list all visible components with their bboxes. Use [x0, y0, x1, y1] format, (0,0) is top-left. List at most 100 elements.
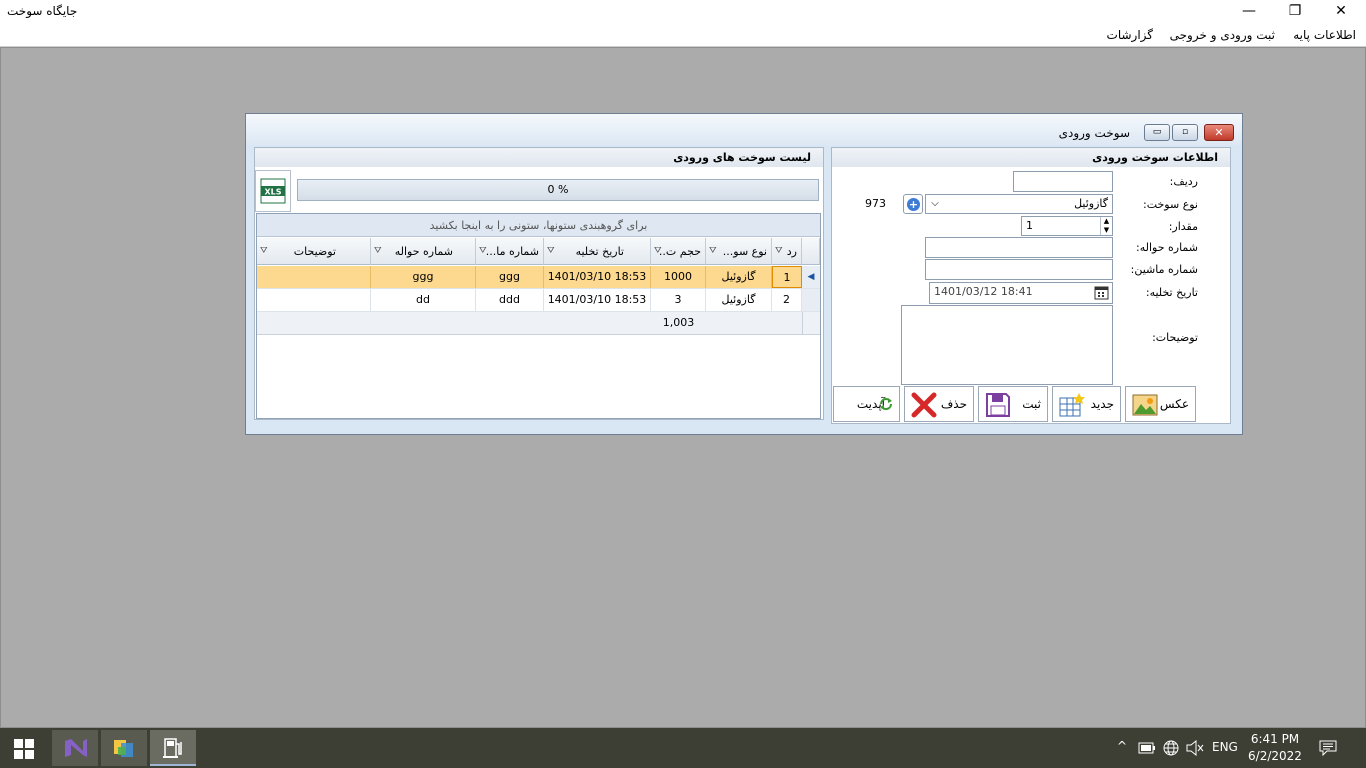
delete-button[interactable]: حذف — [904, 386, 974, 422]
add-fuel-type-button[interactable]: + — [903, 194, 923, 214]
header-indicator — [802, 238, 820, 265]
taskbar-app-visual-studio[interactable] — [52, 730, 98, 766]
notes-label: توضیحات: — [1152, 331, 1198, 344]
visual-studio-icon — [65, 739, 87, 757]
menu-base-info[interactable]: اطلاعات پایه — [1293, 28, 1356, 42]
title-bar: جایگاه سوخت — ❐ ✕ — [0, 0, 1366, 23]
restore-button[interactable]: ❐ — [1272, 0, 1318, 23]
close-button[interactable]: ✕ — [1318, 0, 1364, 23]
export-xls-button[interactable]: XLS — [255, 170, 291, 212]
child-minimize-button[interactable]: ▭ — [1144, 124, 1170, 141]
filter-icon[interactable]: ⛛ — [654, 238, 662, 264]
row-pointer-icon: ◀ — [802, 266, 820, 288]
calendar-icon[interactable] — [1094, 285, 1109, 300]
tray-chevron-icon[interactable]: ^ — [1117, 739, 1127, 753]
cell-vehicle-no[interactable]: ddd — [476, 289, 544, 311]
cell-unload-date[interactable]: 1401/03/10 18:53 — [544, 266, 651, 288]
header-transfer-no[interactable]: شماره حواله ⛛ — [371, 238, 476, 265]
clock-time: 6:41 PM — [1250, 732, 1300, 746]
fuel-type-select[interactable]: گازوئیل ⌵ — [925, 194, 1113, 214]
photo-button-label: عکس — [1159, 397, 1189, 411]
save-button-label: ثبت — [1022, 397, 1041, 411]
menu-reports[interactable]: گزارشات — [1107, 28, 1153, 42]
amount-stepper[interactable]: 1 ▲ ▼ — [1021, 216, 1113, 236]
cell-volume[interactable]: 1000 — [651, 266, 706, 288]
cell-notes[interactable] — [257, 289, 371, 311]
speaker-muted-icon[interactable] — [1186, 740, 1204, 756]
row-field[interactable] — [1013, 171, 1113, 192]
language-indicator[interactable]: ENG — [1212, 740, 1238, 754]
floppy-disk-icon — [986, 393, 1010, 417]
form-pane: اطلاعات سوخت ورودی ردیف: نوع سوخت: گازوئ… — [831, 147, 1231, 424]
new-button[interactable]: جدید — [1052, 386, 1121, 422]
child-close-button[interactable]: ✕ — [1204, 124, 1234, 141]
header-notes[interactable]: توضیحات ⛛ — [257, 238, 371, 265]
cell-fuel-type[interactable]: گازوئیل — [706, 266, 772, 288]
fuel-grid[interactable]: برای گروهبندی ستونها، ستونی را به اینجا … — [256, 213, 821, 419]
taskbar-app-explorer[interactable] — [101, 730, 147, 766]
plus-icon: + — [907, 198, 920, 211]
cell-fuel-type[interactable]: گازوئیل — [706, 289, 772, 311]
notes-textarea[interactable] — [901, 305, 1113, 385]
network-globe-icon[interactable] — [1162, 739, 1180, 757]
minimize-button[interactable]: — — [1226, 0, 1272, 23]
photo-button[interactable]: عکس — [1125, 386, 1196, 422]
group-by-panel[interactable]: برای گروهبندی ستونها، ستونی را به اینجا … — [257, 214, 820, 237]
filter-icon[interactable]: ⛛ — [260, 238, 268, 264]
unload-date-picker[interactable]: 1401/03/12 18:41 — [929, 282, 1113, 304]
clock[interactable]: 6:41 PM 6/2/2022 — [1244, 731, 1306, 765]
group-by-hint: برای گروهبندی ستونها، ستونی را به اینجا … — [429, 219, 648, 232]
list-pane: لیست سوخت های ورودی XLS 0 % برای گروهبند… — [254, 147, 824, 420]
taskbar-app-fuel-station[interactable] — [150, 730, 196, 766]
header-id[interactable]: رد ⛛ — [772, 238, 802, 265]
cell-volume[interactable]: 3 — [651, 289, 706, 311]
cell-id[interactable]: 1 — [772, 266, 802, 288]
export-progress-bar: 0 % — [297, 179, 819, 201]
delete-button-label: حذف — [940, 397, 967, 411]
cell-notes[interactable] — [257, 266, 371, 288]
header-unload-date[interactable]: تاریخ تخلیه ⛛ — [544, 238, 651, 265]
cell-id[interactable]: 2 — [772, 289, 802, 311]
windows-start-icon[interactable] — [14, 739, 34, 759]
new-table-icon — [1059, 393, 1085, 417]
table-row[interactable]: 2 گازوئیل 3 1401/03/10 18:53 ddd dd — [257, 289, 820, 312]
cell-vehicle-no[interactable]: ggg — [476, 266, 544, 288]
transfer-no-input[interactable] — [925, 237, 1113, 258]
delete-x-icon — [911, 392, 937, 418]
app-tiles-icon — [114, 740, 133, 757]
header-volume-label: حجم ت.. — [658, 245, 701, 258]
header-volume[interactable]: حجم ت.. ⛛ — [651, 238, 706, 265]
cell-transfer-no[interactable]: dd — [371, 289, 476, 311]
cell-unload-date[interactable]: 1401/03/10 18:53 — [544, 289, 651, 311]
filter-icon[interactable]: ⛛ — [374, 238, 382, 264]
cell-transfer-no[interactable]: ggg — [371, 266, 476, 288]
header-fuel-type[interactable]: نوع سو... ⛛ — [706, 238, 772, 265]
filter-icon[interactable]: ⛛ — [479, 238, 487, 264]
fuel-pump-icon — [163, 738, 182, 758]
spin-arrows-icon[interactable]: ▲ ▼ — [1100, 217, 1112, 235]
clock-date: 6/2/2022 — [1248, 749, 1302, 763]
amount-value: 1 — [1026, 219, 1033, 232]
unload-date-label: تاریخ تخلیه: — [1145, 286, 1198, 299]
header-vehicle-no[interactable]: شماره ما... ⛛ — [476, 238, 544, 265]
taskbar: ^ ENG 6:41 PM 6/2/2022 — [0, 728, 1366, 768]
refresh-icon — [880, 398, 892, 410]
child-maximize-button[interactable]: ▫ — [1172, 124, 1198, 141]
app-title: جایگاه سوخت — [7, 4, 78, 18]
save-button[interactable]: ثبت — [978, 386, 1048, 422]
amount-label: مقدار: — [1168, 220, 1198, 233]
menu-entry-exit[interactable]: ثبت ورودی و خروجی — [1170, 28, 1275, 42]
list-header: لیست سوخت های ورودی — [255, 148, 823, 167]
vehicle-no-input[interactable] — [925, 259, 1113, 280]
child-caption[interactable]: سوخت ورودی ▭ ▫ ✕ — [246, 114, 1242, 145]
header-unload-date-label: تاریخ تخلیه — [575, 245, 624, 258]
update-button[interactable]: آپدیت — [833, 386, 900, 422]
filter-icon[interactable]: ⛛ — [547, 238, 555, 264]
table-row[interactable]: ◀ 1 گازوئیل 1000 1401/03/10 18:53 ggg gg… — [257, 266, 820, 289]
notification-center-icon[interactable] — [1319, 740, 1337, 756]
form-header: اطلاعات سوخت ورودی — [832, 148, 1230, 167]
filter-icon[interactable]: ⛛ — [709, 238, 717, 264]
filter-icon[interactable]: ⛛ — [775, 238, 783, 264]
battery-icon[interactable] — [1138, 741, 1156, 755]
header-notes-label: توضیحات — [293, 245, 336, 258]
